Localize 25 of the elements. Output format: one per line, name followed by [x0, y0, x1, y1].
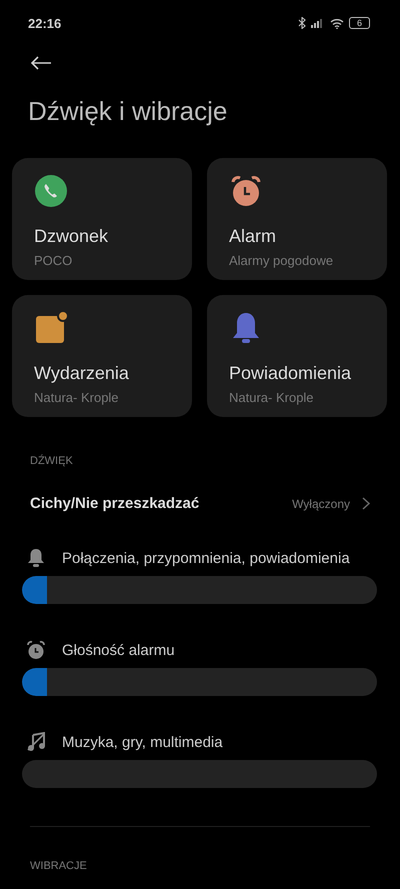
battery-indicator: 6	[348, 17, 370, 29]
event-icon	[34, 311, 68, 345]
page-title: Dźwięk i wibracje	[28, 96, 228, 128]
sound-tile[interactable]: Dzwonek POCO	[12, 158, 192, 280]
sound-tile[interactable]: Wydarzenia Natura- Krople	[12, 295, 192, 417]
sound-tile[interactable]: Powiadomienia Natura- Krople	[207, 295, 387, 417]
sound-tile[interactable]: Alarm Alarmy pogodowe	[207, 158, 387, 280]
bluetooth-icon	[298, 17, 306, 29]
volume-label: Głośność alarmu	[62, 642, 175, 658]
do-not-disturb-row[interactable]: Cichy/Nie przeszkadzać Wyłączony	[30, 495, 370, 512]
volume-slider[interactable]	[22, 576, 377, 604]
volume-slider[interactable]	[22, 668, 377, 696]
status-time: 22:16	[28, 16, 62, 30]
volume-label: Muzyka, gry, multimedia	[62, 734, 223, 750]
signal-icon	[310, 18, 325, 28]
alarm-clock-icon	[229, 174, 263, 208]
volume-label: Połączenia, przypomnienia, powiadomienia	[62, 550, 350, 566]
chevron-right-icon	[362, 497, 370, 510]
phone-icon	[34, 174, 68, 208]
section-heading: WIBRACJE	[30, 860, 88, 872]
music-muted-icon	[26, 732, 46, 752]
section-heading: DŹWIĘK	[30, 455, 74, 467]
alarm-clock-icon	[26, 640, 46, 660]
bell-icon	[26, 548, 46, 568]
wifi-icon	[330, 18, 344, 28]
